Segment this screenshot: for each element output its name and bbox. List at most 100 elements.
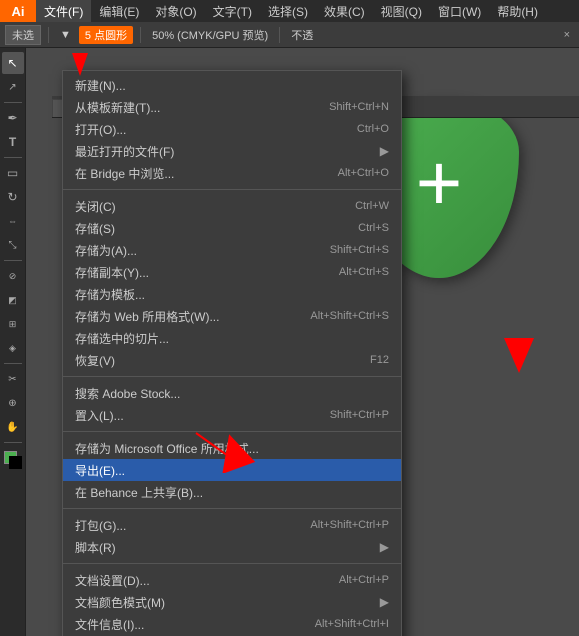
divider-2 xyxy=(63,376,401,377)
menu-place-label: 置入(L)... xyxy=(75,407,124,424)
menu-save-copy[interactable]: 存储副本(Y)... Alt+Ctrl+S xyxy=(63,261,401,283)
tool-separator-5 xyxy=(4,442,22,443)
menu-save-copy-shortcut: Alt+Ctrl+S xyxy=(339,266,389,278)
tool-direct-select[interactable]: ↗ xyxy=(2,76,24,98)
tool-select[interactable]: ↖ xyxy=(2,52,24,74)
menu-recent-files[interactable]: 最近打开的文件(F) ▶ xyxy=(63,140,401,162)
menu-open-label: 打开(O)... xyxy=(75,121,126,138)
tool-rotate[interactable]: ↻ xyxy=(2,186,24,208)
menu-scripts[interactable]: 脚本(R) ▶ xyxy=(63,536,401,558)
menu-save-template[interactable]: 存储为模板... xyxy=(63,283,401,305)
menu-file-info[interactable]: 文件信息(I)... Alt+Shift+Ctrl+I xyxy=(63,613,401,635)
menu-bridge-shortcut: Alt+Ctrl+O xyxy=(338,167,389,179)
menu-new-template-label: 从模板新建(T)... xyxy=(75,99,160,116)
menu-bar: Ai 文件(F) 编辑(E) 对象(O) 文字(T) 选择(S) 效果(C) 视… xyxy=(0,0,579,22)
menu-save-template-label: 存储为模板... xyxy=(75,286,145,303)
menu-revert-shortcut: F12 xyxy=(370,354,389,366)
left-toolbar: ↖ ↗ ✒ T ▭ ↻ ⇔ ⤡ ⊘ ◩ ⊞ ◈ ✂ ⊕ ✋ xyxy=(0,48,26,636)
tool-zoom[interactable]: ⊕ xyxy=(2,392,24,414)
menu-new-label: 新建(N)... xyxy=(75,77,126,94)
menu-save-as[interactable]: 存储为(A)... Shift+Ctrl+S xyxy=(63,239,401,261)
menu-open[interactable]: 打开(O)... Ctrl+O xyxy=(63,118,401,140)
menu-search-stock-label: 搜索 Adobe Stock... xyxy=(75,385,180,402)
menu-file-info-label: 文件信息(I)... xyxy=(75,616,144,633)
close-tab-btn[interactable]: × xyxy=(564,29,574,41)
menu-recent-arrow: ▶ xyxy=(380,144,389,158)
menu-select[interactable]: 选择(S) xyxy=(260,0,316,22)
menu-save-web[interactable]: 存储为 Web 所用格式(W)... Alt+Shift+Ctrl+S xyxy=(63,305,401,327)
menu-package[interactable]: 打包(G)... Alt+Shift+Ctrl+P xyxy=(63,514,401,536)
tool-rectangle[interactable]: ▭ xyxy=(2,162,24,184)
menu-save-label: 存储(S) xyxy=(75,220,115,237)
menu-ms-office-label: 存储为 Microsoft Office 所用格式... xyxy=(75,440,259,457)
tool-slice[interactable]: ✂ xyxy=(2,368,24,390)
menu-save-web-shortcut: Alt+Shift+Ctrl+S xyxy=(310,310,389,322)
menu-behance-label: 在 Behance 上共享(B)... xyxy=(75,484,203,501)
divider-1 xyxy=(63,189,401,190)
menu-window[interactable]: 窗口(W) xyxy=(430,0,489,22)
menu-behance[interactable]: 在 Behance 上共享(B)... xyxy=(63,481,401,503)
menu-save[interactable]: 存储(S) Ctrl+S xyxy=(63,217,401,239)
menu-save-as-label: 存储为(A)... xyxy=(75,242,137,259)
tool-gradient[interactable]: ◩ xyxy=(2,289,24,311)
menu-section-2: 关闭(C) Ctrl+W 存储(S) Ctrl+S 存储为(A)... Shif… xyxy=(63,192,401,374)
menu-help[interactable]: 帮助(H) xyxy=(489,0,546,22)
menu-package-shortcut: Alt+Shift+Ctrl+P xyxy=(310,519,389,531)
tool-mesh[interactable]: ⊞ xyxy=(2,313,24,335)
undo-button[interactable]: 未选 xyxy=(5,25,41,45)
menu-place[interactable]: 置入(L)... Shift+Ctrl+P xyxy=(63,404,401,426)
menu-export[interactable]: 导出(E)... xyxy=(63,459,401,481)
menu-recent-label: 最近打开的文件(F) xyxy=(75,143,174,160)
tool-type[interactable]: T xyxy=(2,131,24,153)
main-area: ↖ ↗ ✒ T ▭ ↻ ⇔ ⤡ ⊘ ◩ ⊞ ◈ ✂ ⊕ ✋ 未标题-1 @ 50… xyxy=(0,48,579,636)
tool-mirror[interactable]: ⇔ xyxy=(2,210,24,232)
canvas-area[interactable]: 未标题-1 @ 50% (CMYK/GPU 预览) × + 新建(N)... 从… xyxy=(26,48,579,636)
menu-save-slices[interactable]: 存储选中的切片... xyxy=(63,327,401,349)
menu-ms-office[interactable]: 存储为 Microsoft Office 所用格式... xyxy=(63,437,401,459)
color-swatch[interactable] xyxy=(4,451,22,469)
menu-save-shortcut: Ctrl+S xyxy=(358,222,389,234)
menu-color-mode[interactable]: 文档颜色模式(M) ▶ xyxy=(63,591,401,613)
menu-type[interactable]: 文字(T) xyxy=(205,0,260,22)
tool-pen[interactable]: ✒ xyxy=(2,107,24,129)
menu-view[interactable]: 视图(Q) xyxy=(373,0,430,22)
menu-scripts-label: 脚本(R) xyxy=(75,539,116,556)
menu-bridge[interactable]: 在 Bridge 中浏览... Alt+Ctrl+O xyxy=(63,162,401,184)
menu-items: 文件(F) 编辑(E) 对象(O) 文字(T) 选择(S) 效果(C) 视图(Q… xyxy=(36,0,546,22)
shape-name[interactable]: 5 点圆形 xyxy=(79,26,133,44)
toolbar-separator-2 xyxy=(140,27,141,43)
zoom-label: 50% (CMYK/GPU 预览) xyxy=(148,27,272,43)
tool-scale[interactable]: ⤡ xyxy=(2,234,24,256)
toolbar-separator-1 xyxy=(48,27,49,43)
menu-doc-settings[interactable]: 文档设置(D)... Alt+Ctrl+P xyxy=(63,569,401,591)
menu-close-shortcut: Ctrl+W xyxy=(355,200,389,212)
background-color[interactable] xyxy=(9,456,22,469)
menu-save-as-shortcut: Shift+Ctrl+S xyxy=(330,244,389,256)
file-dropdown-menu: 新建(N)... 从模板新建(T)... Shift+Ctrl+N 打开(O).… xyxy=(62,70,402,636)
shape-label: ▼ xyxy=(56,29,75,41)
toolbar-separator-3 xyxy=(279,27,280,43)
menu-new-template[interactable]: 从模板新建(T)... Shift+Ctrl+N xyxy=(63,96,401,118)
divider-5 xyxy=(63,563,401,564)
menu-scripts-arrow: ▶ xyxy=(380,540,389,554)
menu-doc-settings-shortcut: Alt+Ctrl+P xyxy=(339,574,389,586)
menu-file-info-shortcut: Alt+Shift+Ctrl+I xyxy=(315,618,389,630)
tool-blend[interactable]: ◈ xyxy=(2,337,24,359)
menu-revert[interactable]: 恢复(V) F12 xyxy=(63,349,401,371)
menu-edit[interactable]: 编辑(E) xyxy=(91,0,147,22)
toolbar-row: 未选 ▼ 5 点圆形 50% (CMYK/GPU 预览) 不透 × xyxy=(0,22,579,48)
menu-close[interactable]: 关闭(C) Ctrl+W xyxy=(63,195,401,217)
menu-section-4: 存储为 Microsoft Office 所用格式... 导出(E)... 在 … xyxy=(63,434,401,506)
menu-save-copy-label: 存储副本(Y)... xyxy=(75,264,149,281)
menu-new[interactable]: 新建(N)... xyxy=(63,74,401,96)
menu-search-stock[interactable]: 搜索 Adobe Stock... xyxy=(63,382,401,404)
menu-revert-label: 恢复(V) xyxy=(75,352,115,369)
menu-effect[interactable]: 效果(C) xyxy=(316,0,373,22)
menu-object[interactable]: 对象(O) xyxy=(147,0,204,22)
divider-4 xyxy=(63,508,401,509)
dropdown-overlay: 新建(N)... 从模板新建(T)... Shift+Ctrl+N 打开(O).… xyxy=(26,48,579,636)
menu-save-slices-label: 存储选中的切片... xyxy=(75,330,169,347)
tool-eyedropper[interactable]: ⊘ xyxy=(2,265,24,287)
tool-hand[interactable]: ✋ xyxy=(2,416,24,438)
menu-file[interactable]: 文件(F) xyxy=(36,0,91,22)
